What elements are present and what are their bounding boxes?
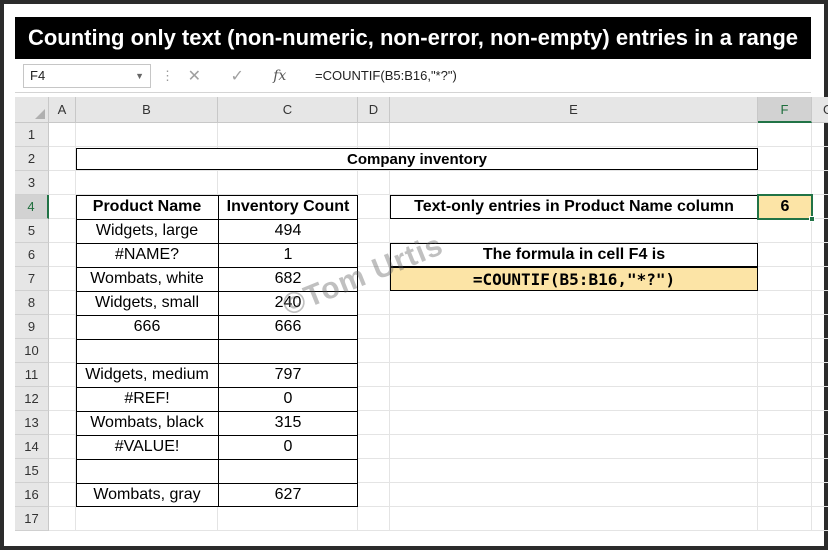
inventory-count-cell[interactable]: 0	[218, 435, 358, 459]
name-box-value: F4	[30, 68, 46, 83]
row-header-6[interactable]: 6	[15, 243, 49, 267]
product-name-cell[interactable]: #REF!	[76, 387, 218, 411]
inventory-count-cell[interactable]: 797	[218, 363, 358, 387]
fill-handle[interactable]	[809, 216, 815, 222]
row-header-12[interactable]: 12	[15, 387, 49, 411]
formula-display: =COUNTIF(B5:B16,"*?")	[472, 269, 676, 289]
product-name-cell[interactable]: #VALUE!	[76, 435, 218, 459]
name-box[interactable]: F4 ▼	[23, 64, 151, 88]
row-header-17[interactable]: 17	[15, 507, 49, 531]
column-header-g[interactable]: G	[812, 97, 828, 123]
row-header-3[interactable]: 3	[15, 171, 49, 195]
column-header-d[interactable]: D	[358, 97, 390, 123]
chevron-down-icon[interactable]: ▼	[135, 65, 144, 87]
inventory-count-cell[interactable]: 1	[218, 243, 358, 267]
inventory-count-cell[interactable]: 0	[218, 387, 358, 411]
product-name-cell[interactable]: Widgets, medium	[76, 363, 218, 387]
product-name-cell[interactable]: Wombats, white	[76, 267, 218, 291]
row-header-5[interactable]: 5	[15, 219, 49, 243]
gridline	[389, 123, 390, 531]
gridline	[757, 123, 758, 531]
column-header-b[interactable]: B	[76, 97, 218, 123]
row-header-2[interactable]: 2	[15, 147, 49, 171]
gridline	[811, 123, 812, 531]
active-cell-selection	[757, 194, 813, 220]
formula-bar: F4 ▼ ⋮ ✕ ✓ fx =COUNTIF(B5:B16,"*?")	[15, 59, 811, 93]
row-header-4[interactable]: 4	[15, 195, 49, 219]
column-header-f[interactable]: F	[758, 97, 812, 123]
cancel-icon[interactable]: ✕	[188, 66, 201, 86]
product-name-cell[interactable]: Widgets, large	[76, 219, 218, 243]
row-header-7[interactable]: 7	[15, 267, 49, 291]
formula-bar-buttons: ✕ ✓ fx	[173, 64, 301, 88]
inventory-count-cell[interactable]: 494	[218, 219, 358, 243]
select-all-icon	[35, 109, 45, 119]
enter-icon[interactable]: ✓	[230, 66, 243, 86]
product-name-cell[interactable]: Widgets, small	[76, 291, 218, 315]
row-header-9[interactable]: 9	[15, 315, 49, 339]
product-name-cell[interactable]: Wombats, black	[76, 411, 218, 435]
row-header-1[interactable]: 1	[15, 123, 49, 147]
gridline	[49, 530, 828, 531]
row-header-10[interactable]: 10	[15, 339, 49, 363]
header-product-name: Product Name	[92, 198, 202, 215]
select-all-corner[interactable]	[15, 97, 49, 123]
column-header-e[interactable]: E	[390, 97, 758, 123]
heading-company-inventory: Company inventory	[346, 150, 488, 168]
column-header-a[interactable]: A	[49, 97, 76, 123]
product-name-cell[interactable]	[76, 459, 218, 483]
inventory-count-cell[interactable]	[218, 459, 358, 483]
product-name-cell[interactable]: 666	[76, 315, 218, 339]
insert-function-icon[interactable]: fx	[273, 68, 286, 84]
product-name-cell[interactable]: Wombats, gray	[76, 483, 218, 507]
row-header-13[interactable]: 13	[15, 411, 49, 435]
inventory-count-cell[interactable]: 315	[218, 411, 358, 435]
row-header-16[interactable]: 16	[15, 483, 49, 507]
header-inventory-count: Inventory Count	[226, 198, 350, 215]
page-title: Counting only text (non-numeric, non-err…	[15, 17, 811, 59]
product-name-cell[interactable]: #NAME?	[76, 243, 218, 267]
row-header-11[interactable]: 11	[15, 363, 49, 387]
formula-input[interactable]: =COUNTIF(B5:B16,"*?")	[313, 64, 457, 88]
column-header-c[interactable]: C	[218, 97, 358, 123]
inventory-count-cell[interactable]	[218, 339, 358, 363]
inventory-count-cell[interactable]: 627	[218, 483, 358, 507]
row-header-8[interactable]: 8	[15, 291, 49, 315]
row-header-15[interactable]: 15	[15, 459, 49, 483]
row-header-14[interactable]: 14	[15, 435, 49, 459]
spreadsheet-grid: ABCDEFG1234567891011121314151617Company …	[15, 97, 828, 531]
product-name-cell[interactable]	[76, 339, 218, 363]
result-label: Text-only entries in Product Name column	[414, 198, 734, 215]
